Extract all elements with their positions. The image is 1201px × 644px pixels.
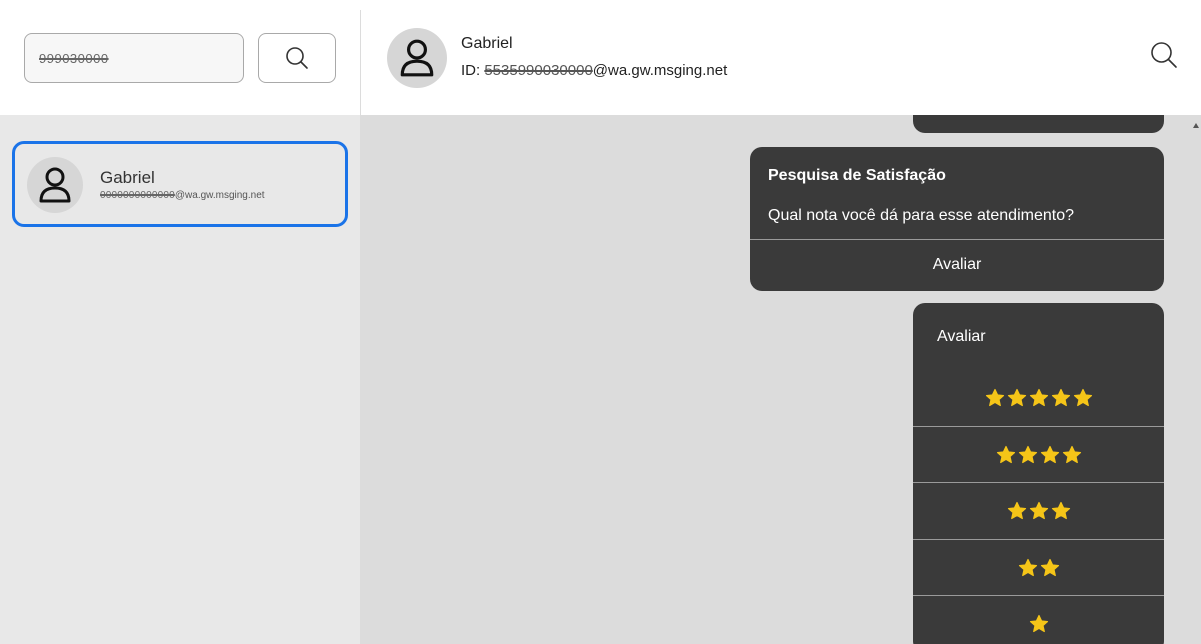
header-id-domain: @wa.gw.msging.net (592, 62, 728, 79)
contact-id-masked: 0000000000000 (100, 190, 175, 201)
contact-id-domain: @wa.gw.msging.net (174, 190, 265, 201)
app-window: 999030000 Gabriel 0000000000000 @wa.gw.m… (0, 0, 1201, 644)
header-contact-id: ID: 5535990030000 @wa.gw.msging.net (461, 62, 727, 79)
survey-question: Qual nota você dá para esse atendimento? (768, 207, 1074, 224)
chat-header: Gabriel ID: 5535990030000 @wa.gw.msging.… (361, 22, 1201, 115)
star-icon (1029, 388, 1048, 407)
avatar (387, 28, 447, 88)
rating-option-2-stars[interactable] (913, 540, 1164, 596)
sidebar-header: 999030000 (0, 0, 360, 115)
star-icon (1062, 445, 1081, 463)
avatar (27, 157, 83, 213)
contact-search-button[interactable] (258, 33, 336, 83)
contact-name: Gabriel (100, 168, 155, 187)
star-icon (1040, 445, 1059, 463)
star-icon (1051, 501, 1070, 520)
contact-search-input[interactable]: 999030000 (24, 33, 244, 83)
previous-message-bubble (913, 115, 1164, 133)
chat-search-button[interactable] (1147, 38, 1181, 72)
scroll-up-arrow[interactable] (1193, 123, 1199, 128)
star-icon (1007, 501, 1026, 520)
avaliar-button[interactable]: Avaliar (750, 240, 1164, 290)
star-icon (1018, 445, 1037, 463)
star-icon (1029, 501, 1048, 520)
star-icon (1007, 388, 1026, 407)
star-icon (1040, 558, 1059, 576)
rating-option-4-stars[interactable] (913, 427, 1164, 483)
contact-item-gabriel[interactable]: Gabriel 0000000000000 @wa.gw.msging.net (12, 141, 348, 227)
header-contact-name: Gabriel (461, 35, 513, 52)
header-id-prefix: ID: (461, 62, 485, 79)
star-icon (1018, 558, 1037, 576)
user-icon (39, 167, 71, 203)
star-icon (996, 445, 1015, 463)
rating-option-3-stars[interactable] (913, 483, 1164, 539)
contact-id: 0000000000000 @wa.gw.msging.net (100, 190, 265, 201)
star-icon (1073, 388, 1092, 407)
star-icon (985, 388, 1004, 407)
header-id-masked: 5535990030000 (484, 62, 593, 79)
search-icon (1151, 42, 1177, 68)
survey-message-bubble: Pesquisa de Satisfação Qual nota você dá… (750, 147, 1164, 291)
search-icon (286, 47, 308, 69)
user-icon (400, 39, 434, 77)
star-icon (1029, 614, 1048, 633)
rating-title: Avaliar (937, 328, 986, 345)
rating-option-5-stars[interactable] (913, 370, 1164, 426)
star-icon (1051, 388, 1070, 407)
survey-title: Pesquisa de Satisfação (768, 167, 946, 184)
chat-messages[interactable]: Pesquisa de Satisfação Qual nota você dá… (361, 115, 1201, 644)
contact-search-value: 999030000 (39, 50, 109, 66)
rating-option-1-stars[interactable] (913, 596, 1164, 644)
rating-list-bubble: Avaliar (913, 303, 1164, 644)
